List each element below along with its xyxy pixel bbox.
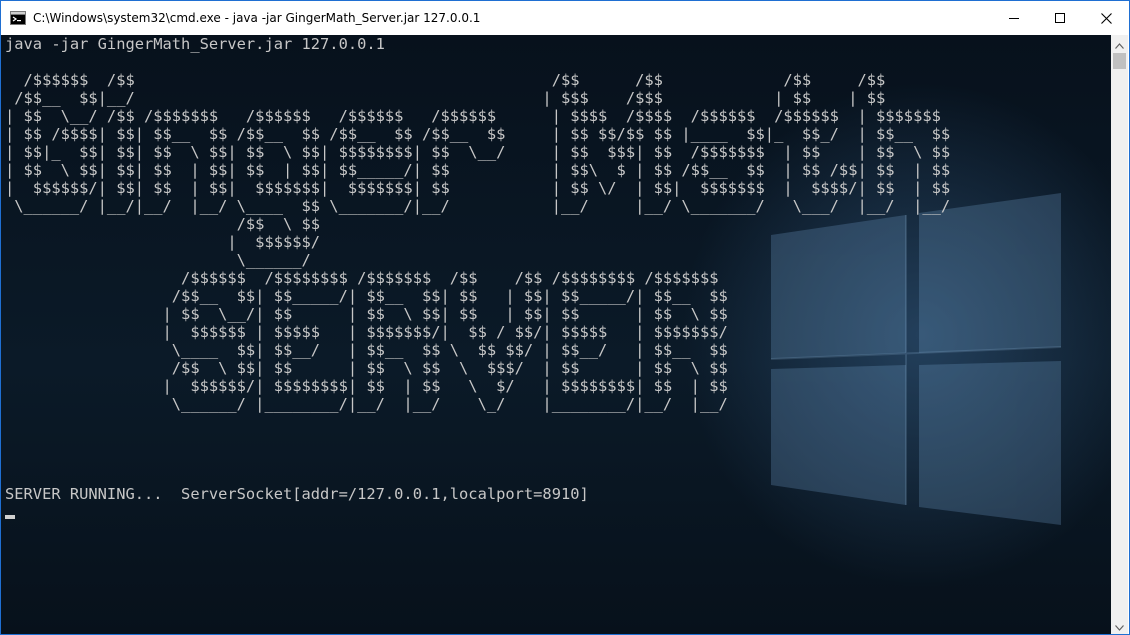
- vertical-scrollbar[interactable]: [1111, 35, 1128, 634]
- close-icon: [1100, 12, 1112, 24]
- scrollbar-thumb[interactable]: [1113, 53, 1126, 69]
- scroll-down-arrow-icon: [1115, 616, 1124, 634]
- window-title: C:\Windows\system32\cmd.exe - java -jar …: [33, 11, 481, 25]
- scroll-up-arrow-icon: [1115, 34, 1124, 53]
- minimize-icon: [1009, 13, 1019, 23]
- maximize-icon: [1055, 13, 1065, 23]
- console-output: java -jar GingerMath_Server.jar 127.0.0.…: [5, 35, 950, 503]
- minimize-button[interactable]: [991, 1, 1037, 35]
- title-bar[interactable]: C:\Windows\system32\cmd.exe - java -jar …: [1, 1, 1129, 35]
- command-line: java -jar GingerMath_Server.jar 127.0.0.…: [5, 35, 385, 53]
- close-button[interactable]: [1083, 1, 1129, 35]
- scroll-up-button[interactable]: [1111, 35, 1128, 52]
- console-area[interactable]: java -jar GingerMath_Server.jar 127.0.0.…: [1, 35, 1112, 634]
- cmd-window: C:\Windows\system32\cmd.exe - java -jar …: [0, 0, 1130, 635]
- scroll-down-button[interactable]: [1111, 617, 1128, 634]
- window-controls: [991, 1, 1129, 35]
- maximize-button[interactable]: [1037, 1, 1083, 35]
- ascii-banner: /$$$$$$ /$$ /$$ /$$ /$$ /$$ /$$__ $$|__/…: [5, 71, 951, 413]
- cmd-icon[interactable]: [10, 10, 26, 26]
- text-cursor: [5, 515, 15, 519]
- server-status-line: SERVER RUNNING... ServerSocket[addr=/127…: [5, 485, 589, 503]
